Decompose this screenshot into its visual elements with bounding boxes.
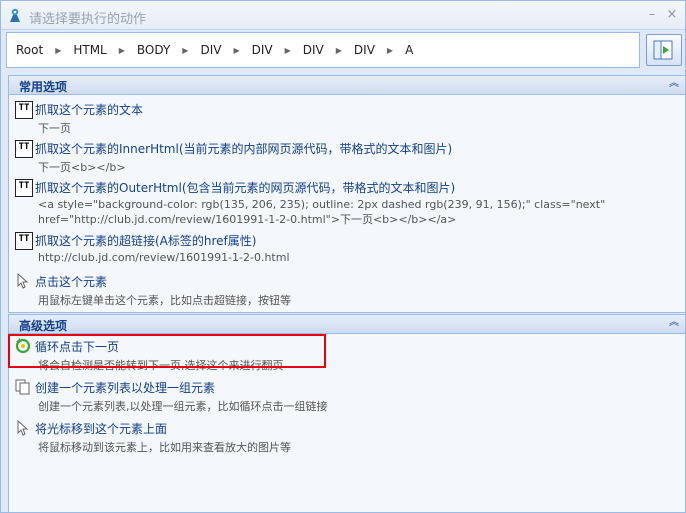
action-dialog: 请选择要执行的动作 – × Root ▶ HTML ▶ BODY ▶ DIV ▶… bbox=[0, 0, 686, 513]
cursor-icon bbox=[17, 273, 29, 289]
common-options-body: TT 抓取这个元素的文本 下一页 TT 抓取这个元素的InnerHtml(当前元… bbox=[9, 95, 685, 312]
collapse-icon[interactable]: ︽ bbox=[668, 317, 680, 329]
panel-title: 高级选项 bbox=[19, 319, 68, 333]
crumb-a[interactable]: A bbox=[402, 43, 416, 57]
panel-toggle-button[interactable] bbox=[646, 34, 682, 66]
option-desc: 用鼠标左键单击这个元素，比如点击超链接，按钮等 bbox=[38, 294, 291, 307]
option-label[interactable]: 抓取这个元素的超链接(A标签的href属性) bbox=[35, 232, 256, 249]
chevron-right-icon: ▶ bbox=[118, 45, 125, 55]
close-button[interactable]: × bbox=[664, 7, 680, 23]
option-label[interactable]: 将光标移到这个元素上面 bbox=[35, 420, 167, 437]
chevron-right-icon: ▶ bbox=[55, 45, 62, 55]
crumb-div-2[interactable]: DIV bbox=[249, 43, 276, 57]
text-icon: TT bbox=[15, 101, 33, 119]
window-title: 请选择要执行的动作 bbox=[29, 12, 147, 27]
option-desc: 下一页<b></b> bbox=[38, 161, 126, 174]
chevron-right-icon: ▶ bbox=[284, 45, 291, 55]
collapse-icon[interactable]: ︽ bbox=[668, 78, 680, 90]
expand-panel-icon bbox=[653, 40, 673, 60]
crumb-div-1[interactable]: DIV bbox=[197, 43, 224, 57]
advanced-options-header[interactable]: 高级选项 ︽ bbox=[9, 315, 685, 334]
option-desc: 将鼠标移动到该元素上，比如用来查看放大的图片等 bbox=[38, 441, 291, 454]
common-options-header[interactable]: 常用选项 ︽ bbox=[9, 76, 685, 95]
option-label[interactable]: 抓取这个元素的文本 bbox=[35, 101, 143, 118]
cursor-icon bbox=[17, 420, 29, 436]
crumb-html[interactable]: HTML bbox=[70, 43, 109, 57]
copy-list-icon bbox=[15, 379, 30, 395]
panel-title: 常用选项 bbox=[19, 80, 68, 94]
title-bar: 请选择要执行的动作 – × bbox=[1, 1, 685, 30]
chevron-right-icon: ▶ bbox=[386, 45, 394, 55]
option-desc: <a style="background-color: rgb(135, 206… bbox=[38, 198, 606, 211]
option-label[interactable]: 抓取这个元素的InnerHtml(当前元素的内部网页源代码，带格式的文本和图片) bbox=[35, 140, 452, 157]
crumb-div-4[interactable]: DIV bbox=[351, 43, 378, 57]
option-label[interactable]: 点击这个元素 bbox=[35, 273, 107, 290]
crumb-body[interactable]: BODY bbox=[134, 43, 173, 57]
chevron-right-icon: ▶ bbox=[233, 45, 240, 55]
element-path-breadcrumb: Root ▶ HTML ▶ BODY ▶ DIV ▶ DIV ▶ DIV ▶ D… bbox=[6, 32, 640, 68]
option-desc: http://club.jd.com/review/1601991-1-2-0.… bbox=[38, 251, 290, 264]
option-label[interactable]: 创建一个元素列表以处理一组元素 bbox=[35, 379, 215, 396]
text-icon: TT bbox=[15, 179, 33, 197]
crumb-div-3[interactable]: DIV bbox=[300, 43, 327, 57]
selection-highlight-box bbox=[8, 334, 326, 368]
option-desc-line2: href="http://club.jd.com/review/1601991-… bbox=[38, 213, 457, 226]
chevron-right-icon: ▶ bbox=[182, 45, 189, 55]
option-label[interactable]: 抓取这个元素的OuterHtml(包含当前元素的网页源代码，带格式的文本和图片) bbox=[35, 179, 455, 196]
minimize-button[interactable]: – bbox=[644, 7, 660, 23]
app-logo-icon bbox=[10, 8, 20, 22]
option-desc: 创建一个元素列表,以处理一组元素，比如循环点击一组链接 bbox=[38, 400, 328, 413]
option-desc: 下一页 bbox=[38, 122, 71, 135]
crumb-root[interactable]: Root bbox=[13, 43, 46, 57]
text-icon: TT bbox=[15, 140, 33, 158]
text-icon: TT bbox=[15, 232, 33, 250]
chevron-right-icon: ▶ bbox=[335, 45, 342, 55]
common-options-panel: 常用选项 ︽ TT 抓取这个元素的文本 下一页 TT 抓取这个元素的InnerH… bbox=[8, 75, 686, 313]
